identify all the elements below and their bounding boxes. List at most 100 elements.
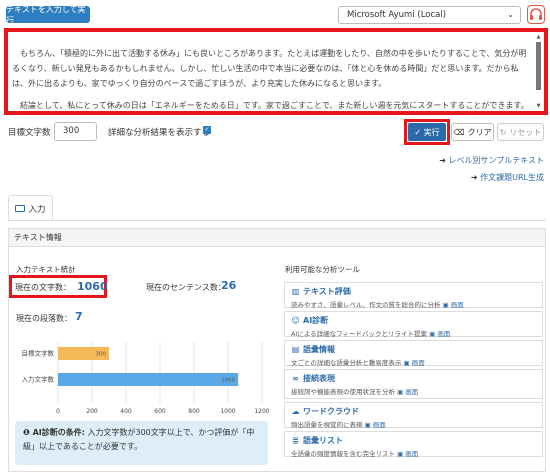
detail-results-checkbox[interactable]: ✓ (203, 126, 211, 134)
run-button-highlight: ✓ 実行 (404, 119, 450, 145)
chart-category-label: 入力文字数 (22, 375, 55, 384)
panel-header: テキスト情報 (9, 229, 545, 247)
detail-results-label: 詳細な分析結果を表示する (108, 128, 211, 138)
eraser-icon: ⌫ (453, 127, 465, 137)
textarea-scrollbar[interactable]: ▲ ▼ (535, 34, 542, 109)
tool-description-text: 文ごとの詳細な語彙分析と難易度表示 (291, 359, 402, 367)
tool-item[interactable]: ☺ AI診断 AIによる詳細なフィードバックとリライト提案 ▣ 画面 (284, 311, 543, 338)
voice-select-value: Microsoft Ayumi (Local) (347, 10, 447, 20)
info-icon: ❶ (23, 428, 33, 437)
task-url-link[interactable]: ➜ 作文課題URL生成 (471, 172, 544, 183)
link-icon: ∞ (292, 374, 299, 383)
sentence-count-value: 26 (221, 279, 237, 292)
chart-category-label: 目標文字数 (22, 349, 55, 358)
tool-name[interactable]: ☁ ワードクラウド (291, 406, 536, 417)
chart-tick-label: 400 (120, 408, 132, 415)
tool-name-label: テキスト評価 (303, 287, 351, 296)
tool-name[interactable]: ▥ テキスト評価 (291, 286, 536, 297)
clear-button-label: クリア (467, 127, 492, 137)
text-paragraph: もちろん、「積極的に外に出て活動する休み」にも良いところがあります。たとえば運動… (12, 49, 527, 88)
book-icon: ▤ (291, 345, 300, 354)
tool-name-label: 接続表現 (303, 374, 335, 383)
reset-icon: ↻ (499, 127, 507, 137)
screen-link[interactable]: ▣ 画面 (401, 359, 425, 367)
text-input-content: もちろん、「積極的に外に出て活動する休み」にも良いところがあります。たとえば運動… (12, 46, 530, 111)
screen-link[interactable]: ▣ 画面 (363, 421, 386, 429)
tab-divider (8, 220, 546, 221)
keyboard-icon (15, 205, 26, 212)
scroll-up-icon[interactable]: ▲ (535, 34, 542, 40)
level-sample-link[interactable]: ➜ レベル別サンプルテキスト (439, 155, 544, 166)
chart-tick-label: 200 (86, 408, 98, 415)
tool-description: 文ごとの詳細な語彙分析と難易度表示 ▣ 画面 (291, 357, 536, 367)
tool-name[interactable]: ▤ 語彙情報 (291, 344, 536, 355)
headphone-button[interactable] (527, 5, 545, 24)
chart-tick-label: 600 (154, 408, 166, 415)
tool-item[interactable]: ∞ 接続表現接続詞や機能表現の使用状況を分析 ▣ 画面 (284, 369, 543, 399)
tool-name-label: 語彙リスト (303, 436, 343, 445)
chart-data-label: 300 (96, 352, 107, 358)
run-button[interactable]: ✓ 実行 (408, 123, 446, 141)
arrow-right-icon: ➜ (470, 173, 481, 182)
tool-name[interactable]: ≣ 語彙リスト (291, 435, 536, 446)
text-paragraph: 結論として、私にとって休みの日は「エネルギーをためる日」です。家で過ごすことで、… (20, 101, 529, 110)
screen-link[interactable]: ▣ 画面 (427, 330, 450, 338)
screen-link[interactable]: ▣ 画面 (395, 388, 418, 396)
tool-name-label: 語彙情報 (303, 345, 335, 354)
target-length-label: 目標文字数 (8, 128, 51, 138)
char-count-value: 1060 (77, 280, 108, 293)
headphone-icon (530, 8, 542, 20)
ai-condition-note: ❶ AI診断の条件: 入力文字数が300文字以上で、かつ評価が「中級」以上である… (15, 421, 268, 465)
stats-title: 入力テキスト統計 (16, 265, 76, 274)
run-with-text-button[interactable]: テキストを入力して実行 (6, 5, 90, 25)
paragraph-count-label: 現在の段落数： (16, 314, 72, 323)
screen-link[interactable]: ▣ 画面 (395, 450, 418, 458)
reset-button[interactable]: ↻ リセット (497, 123, 544, 141)
tool-description: 読みやすさ、語彙レベル、作文の質を総合的に分析 ▣ 画面 (291, 299, 536, 309)
tool-description: 頻出語彙を視覚的に表現 ▣ 画面 (291, 419, 536, 429)
chart-icon: ▥ (291, 287, 300, 296)
tool-name[interactable]: ☺ AI診断 (291, 315, 536, 326)
tool-description: 接続詞や機能表現の使用状況を分析 ▣ 画面 (291, 386, 536, 396)
clear-button[interactable]: ⌫ クリア (451, 123, 494, 141)
char-count-highlight: 現在の文字数： 1060 (9, 275, 108, 298)
reset-button-label: リセット (509, 127, 542, 137)
paragraph-count-value: 7 (75, 310, 83, 323)
chart-tick-label: 800 (188, 408, 200, 415)
text-input-area[interactable]: もちろん、「積極的に外に出て活動する休み」にも良いところがあります。たとえば運動… (4, 28, 548, 115)
level-sample-label: レベル別サンプルテキスト (448, 156, 544, 165)
tool-item[interactable]: ▥ テキスト評価 読みやすさ、語彙レベル、作文の質を総合的に分析 ▣ 画面 (284, 282, 543, 309)
target-length-input[interactable]: 300 (54, 122, 97, 141)
char-count-label: 現在の文字数： (15, 283, 71, 292)
chart-data-label: 1060 (221, 378, 235, 384)
tool-name-label: AI診断 (303, 316, 329, 325)
tool-description-text: 全語彙の頻度情報を含む完全リスト (291, 450, 395, 458)
chevron-down-icon: ⌄ (507, 10, 514, 19)
tool-item[interactable]: ☁ ワードクラウド 頻出語彙を視覚的に表現 ▣ 画面 (284, 402, 543, 429)
scrollbar-thumb[interactable] (536, 42, 541, 90)
chart-tick-label: 1200 (254, 408, 269, 415)
task-url-label: 作文課題URL生成 (480, 173, 544, 182)
scroll-down-icon[interactable]: ▼ (535, 103, 542, 109)
tool-description-text: 頻出語彙を視覚的に表現 (291, 421, 363, 429)
cloud-icon: ☁ (291, 407, 300, 416)
tab-input[interactable]: 入力 (8, 195, 53, 221)
tool-item[interactable]: ▤ 語彙情報文ごとの詳細な語彙分析と難易度表示 ▣ 画面 (284, 340, 543, 367)
tool-item[interactable]: ≣ 語彙リスト全語彙の頻度情報を含む完全リスト ▣ 画面 (284, 431, 543, 458)
tools-title: 利用可能な分析ツール (285, 265, 360, 274)
char-count-chart: 0 200 400 600 800 1000 1200 目標文字数 300 入力文字数 1060 (22, 342, 270, 415)
chart-tick-label: 1000 (220, 408, 235, 415)
tool-description-text: 読みやすさ、語彙レベル、作文の質を総合的に分析 (291, 301, 441, 309)
voice-select[interactable]: Microsoft Ayumi (Local) ⌄ (338, 6, 521, 24)
note-title: AI診断の条件: (32, 428, 85, 437)
tool-description-text: 接続詞や機能表現の使用状況を分析 (291, 388, 395, 396)
tool-description: AIによる詳細なフィードバックとリライト提案 ▣ 画面 (291, 328, 536, 338)
list-icon: ≣ (292, 436, 299, 445)
screen-link[interactable]: ▣ 画面 (441, 301, 464, 309)
tab-input-label: 入力 (28, 204, 46, 215)
tool-name[interactable]: ∞ 接続表現 (291, 373, 536, 384)
chart-bar (58, 373, 239, 386)
tool-description-text: AIによる詳細なフィードバックとリライト提案 (291, 330, 428, 338)
tool-name-label: ワードクラウド (303, 407, 359, 416)
chart-tick-label: 0 (56, 408, 60, 415)
